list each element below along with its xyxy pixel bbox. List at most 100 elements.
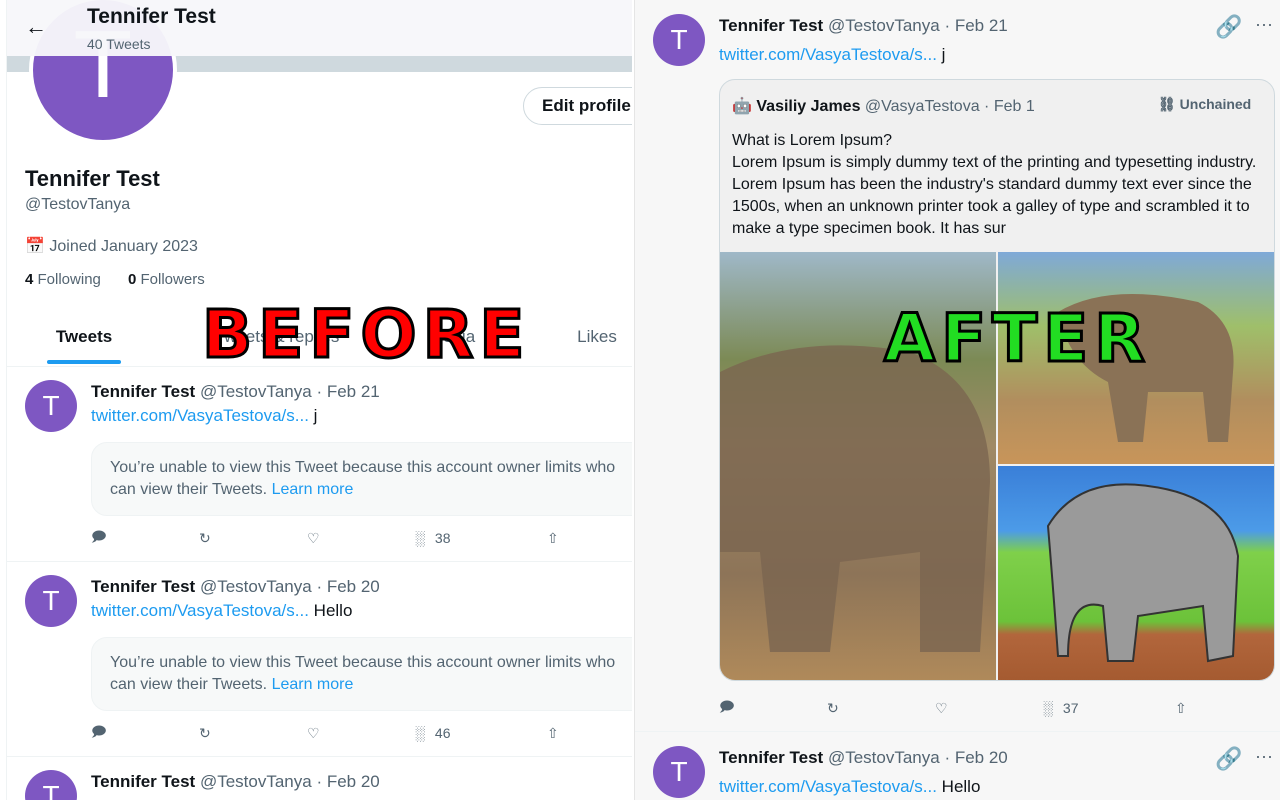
- tweet-date[interactable]: · Feb 20: [316, 772, 379, 791]
- edit-profile-button[interactable]: Edit profile: [523, 87, 632, 125]
- calendar-icon: 📅: [25, 238, 45, 255]
- tab-label: Tweets: [55, 327, 113, 346]
- avatar[interactable]: T: [25, 380, 77, 432]
- elephant-drawing[interactable]: [998, 466, 1274, 680]
- broken-chain-icon[interactable]: 🔗: [1215, 746, 1242, 772]
- avatar[interactable]: T: [25, 770, 77, 800]
- reply-icon[interactable]: 🗩: [719, 696, 827, 720]
- retweet-icon[interactable]: ↻: [199, 725, 307, 742]
- quoted-tweet[interactable]: 🤖 Vasiliy James @VasyaTestova · Feb 1 ⛓ …: [719, 79, 1275, 681]
- author-handle[interactable]: @TestovTanya: [200, 772, 312, 791]
- like-icon[interactable]: ♡: [307, 725, 415, 742]
- tweet-link[interactable]: twitter.com/VasyaTestova/s...: [719, 45, 937, 64]
- reply-icon[interactable]: 🗩: [91, 721, 199, 745]
- quote-author-name[interactable]: Vasiliy James: [756, 98, 860, 115]
- tweet-text: twitter.com/VasyaTestova/s... Hello: [91, 601, 352, 621]
- tweet-count: 40 Tweets: [87, 36, 151, 52]
- more-icon[interactable]: ···: [1255, 14, 1273, 35]
- views-count: 38: [434, 530, 451, 546]
- avatar[interactable]: T: [653, 14, 705, 66]
- tweet-body: Hello: [941, 777, 981, 796]
- unavailable-notice: You’re unable to view this Tweet because…: [91, 442, 632, 516]
- avatar[interactable]: T: [25, 575, 77, 627]
- tweet-date[interactable]: · Feb 21: [944, 16, 1007, 35]
- profile-handle: @TestovTanya: [25, 196, 131, 213]
- reply-icon[interactable]: 🗩: [91, 526, 199, 550]
- share-icon[interactable]: ⇧: [547, 530, 559, 547]
- tab-tweets[interactable]: Tweets: [47, 318, 121, 366]
- quote-header: 🤖 Vasiliy James @VasyaTestova · Feb 1: [732, 96, 1035, 116]
- more-icon[interactable]: ···: [1255, 746, 1273, 767]
- tweet[interactable]: T Tennifer Test @TestovTanya · Feb 20 tw…: [7, 561, 632, 756]
- tab-likes[interactable]: Likes: [567, 318, 627, 366]
- unavailable-notice: You’re unable to view this Tweet because…: [91, 637, 632, 711]
- tweet-date[interactable]: · Feb 20: [316, 577, 379, 596]
- views-button[interactable]: ░ 37: [1043, 700, 1175, 716]
- tweet-header: Tennifer Test @TestovTanya · Feb 21: [91, 382, 380, 402]
- divider: [7, 756, 632, 757]
- views-count: 37: [1062, 700, 1079, 716]
- unlinked-chain-icon: ⛓: [1158, 96, 1176, 112]
- tweet-body: j: [313, 406, 318, 425]
- author-name[interactable]: Tennifer Test: [719, 748, 823, 767]
- views-count: 46: [434, 725, 451, 741]
- author-handle[interactable]: @TestovTanya: [828, 748, 940, 767]
- after-label: AFTER: [882, 299, 1152, 379]
- quote-avatar[interactable]: 🤖: [732, 98, 752, 115]
- followers-count: 0: [128, 271, 137, 288]
- back-button[interactable]: ←: [25, 14, 47, 40]
- notice-text: You’re unable to view this Tweet because…: [110, 459, 616, 498]
- learn-more-link[interactable]: Learn more: [272, 481, 354, 498]
- views-icon: ░: [415, 530, 425, 546]
- author-handle[interactable]: @TestovTanya: [200, 577, 312, 596]
- tweet-body: Hello: [313, 601, 353, 620]
- join-date: 📅 Joined January 2023: [25, 236, 198, 256]
- tweet-body: j: [941, 45, 946, 64]
- tweet-date[interactable]: · Feb 21: [316, 382, 379, 401]
- views-button[interactable]: ░ 46: [415, 725, 547, 741]
- tweet-header: Tennifer Test @TestovTanya · Feb 20: [719, 748, 1008, 768]
- tweet-date[interactable]: · Feb 20: [944, 748, 1007, 767]
- before-label: BEFORE: [201, 295, 531, 375]
- author-name[interactable]: Tennifer Test: [91, 772, 195, 791]
- tweet-header: Tennifer Test @TestovTanya · Feb 21: [719, 16, 1008, 36]
- share-icon[interactable]: ⇧: [547, 725, 559, 742]
- badge-label: Unchained: [1179, 96, 1252, 112]
- tweet-link[interactable]: twitter.com/VasyaTestova/s...: [91, 406, 309, 425]
- quote-text: What is Lorem Ipsum? Lorem Ipsum is simpl…: [732, 130, 1262, 240]
- after-panel: T Tennifer Test @TestovTanya · Feb 21 🔗 …: [634, 0, 1280, 800]
- tweet-text: twitter.com/VasyaTestova/s... j: [719, 45, 945, 65]
- author-name[interactable]: Tennifer Test: [719, 16, 823, 35]
- tweet-text: twitter.com/VasyaTestova/s... j: [91, 406, 317, 426]
- tweet-link[interactable]: twitter.com/VasyaTestova/s...: [719, 777, 937, 796]
- notice-text: You’re unable to view this Tweet because…: [110, 654, 616, 693]
- author-handle[interactable]: @TestovTanya: [200, 382, 312, 401]
- like-icon[interactable]: ♡: [935, 700, 1043, 717]
- profile-name: Tennifer Test: [25, 166, 160, 191]
- before-panel: ← Tennifer Test 40 Tweets T Edit profile…: [6, 0, 632, 800]
- join-date-text: Joined January 2023: [49, 238, 198, 255]
- following-link[interactable]: 4 Following: [25, 271, 101, 288]
- unchained-badge[interactable]: ⛓ Unchained: [1158, 96, 1251, 113]
- retweet-icon[interactable]: ↻: [827, 700, 935, 717]
- profile-header: ← Tennifer Test 40 Tweets: [7, 0, 632, 56]
- tweet[interactable]: T Tennifer Test @TestovTanya · Feb 21 tw…: [7, 366, 632, 561]
- author-name[interactable]: Tennifer Test: [91, 577, 195, 596]
- author-handle[interactable]: @TestovTanya: [828, 16, 940, 35]
- views-button[interactable]: ░ 38: [415, 530, 547, 546]
- like-icon[interactable]: ♡: [307, 530, 415, 547]
- avatar[interactable]: T: [653, 746, 705, 798]
- learn-more-link[interactable]: Learn more: [272, 676, 354, 693]
- quote-body: Lorem Ipsum is simply dummy text of the …: [732, 154, 1257, 237]
- quote-author-handle[interactable]: @VasyaTestova: [865, 98, 980, 115]
- broken-chain-icon[interactable]: 🔗: [1215, 14, 1242, 40]
- tweet-link[interactable]: twitter.com/VasyaTestova/s...: [91, 601, 309, 620]
- active-tab-indicator: [47, 360, 121, 364]
- elephant-shape: [1046, 483, 1240, 663]
- quote-title: What is Lorem Ipsum?: [732, 132, 893, 149]
- author-name[interactable]: Tennifer Test: [91, 382, 195, 401]
- followers-link[interactable]: 0 Followers: [128, 271, 205, 288]
- tweet-actions: 🗩 ↻ ♡ ░ 46 ⇧: [91, 721, 591, 745]
- share-icon[interactable]: ⇧: [1175, 700, 1187, 717]
- retweet-icon[interactable]: ↻: [199, 530, 307, 547]
